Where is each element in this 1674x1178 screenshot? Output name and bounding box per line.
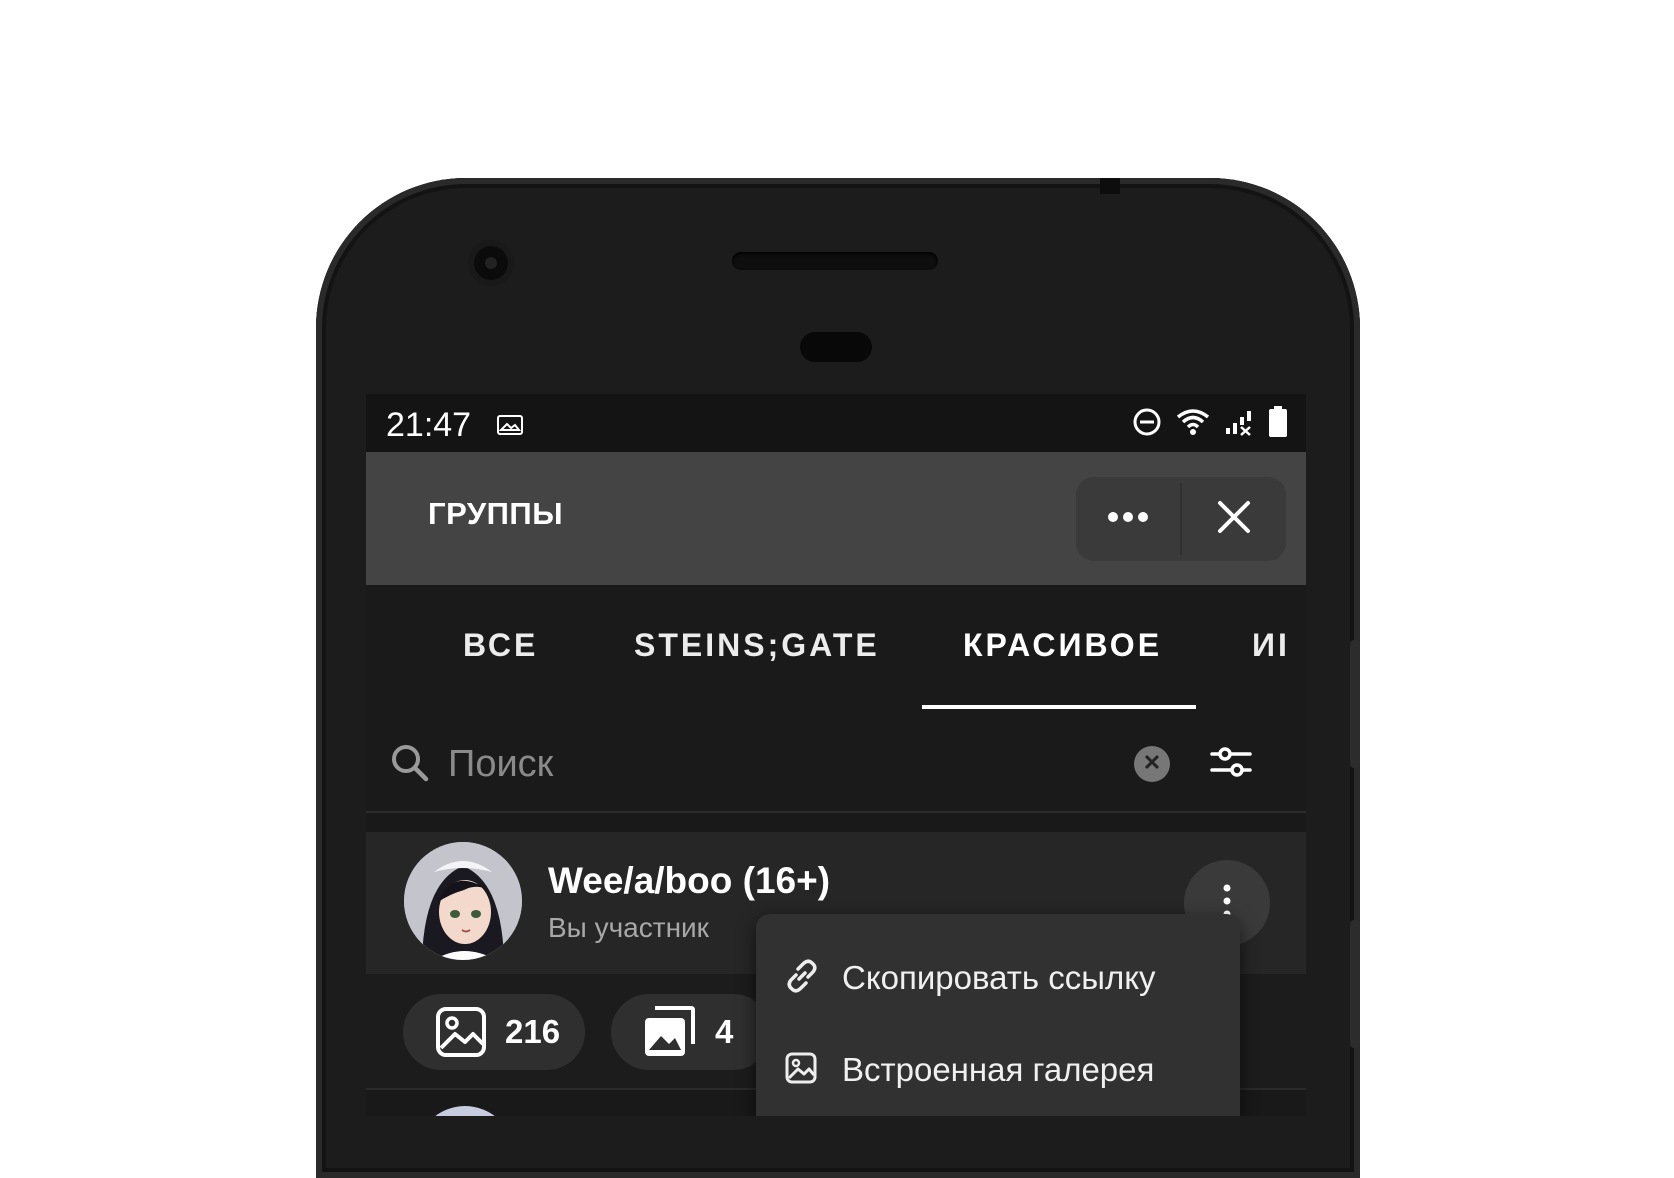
image-icon: [435, 1006, 487, 1058]
tab-krasivoe[interactable]: КРАСИВОЕ: [963, 627, 1162, 664]
do-not-disturb-icon: [1132, 407, 1162, 442]
menu-item-label: Встроенная галерея: [842, 1051, 1155, 1088]
front-camera: [474, 246, 508, 280]
clear-icon: [1144, 754, 1160, 775]
more-horizontal-icon: [1107, 510, 1149, 528]
tab-steins-gate[interactable]: STEINS;GATE: [634, 627, 880, 664]
menu-item-label: Скопировать ссылку: [842, 959, 1156, 996]
more-options-button[interactable]: [1076, 477, 1180, 561]
albums-count: 4: [715, 1013, 734, 1050]
clear-search-button[interactable]: [1134, 746, 1170, 782]
albums-icon: [641, 1004, 697, 1060]
app-bar-actions: [1076, 477, 1286, 561]
close-button[interactable]: [1182, 477, 1286, 561]
search-icon: [390, 743, 430, 788]
images-count-chip[interactable]: 216: [403, 994, 585, 1070]
menu-item-copy-link[interactable]: Скопировать ссылку: [756, 930, 1240, 1026]
phone-antenna-line: [1100, 178, 1120, 194]
battery-icon: [1268, 406, 1288, 443]
group-membership-status: Вы участник: [548, 912, 709, 943]
tab-partial[interactable]: ИІ: [1252, 627, 1306, 664]
power-button: [1350, 920, 1360, 1048]
image-notification-icon: [496, 414, 524, 441]
search-input[interactable]: [446, 735, 1090, 793]
images-count: 216: [505, 1013, 561, 1050]
screen: 21:47 ГРУППЫ ВСЕ STEINS;GATE КРАСИВОЕ ИІ…: [366, 394, 1306, 1116]
close-icon: [1217, 500, 1251, 539]
app-bar: ГРУППЫ: [366, 452, 1306, 585]
status-bar: 21:47: [366, 394, 1306, 452]
filter-button[interactable]: [1208, 739, 1254, 790]
tab-bar: ВСЕ STEINS;GATE КРАСИВОЕ ИІ: [366, 585, 1306, 715]
search-bar: [366, 715, 1306, 813]
volume-button: [1350, 640, 1360, 768]
next-group-avatar[interactable]: [416, 1106, 514, 1116]
menu-item-built-in-gallery[interactable]: Встроенная галерея: [756, 1022, 1240, 1116]
status-icons: [1132, 406, 1288, 443]
group-avatar: [404, 842, 522, 960]
gallery-icon: [784, 1051, 818, 1090]
page-title: ГРУППЫ: [428, 496, 564, 531]
albums-count-chip[interactable]: 4: [611, 994, 771, 1070]
tab-selected-indicator: [922, 705, 1196, 709]
earpiece-speaker: [732, 252, 938, 270]
proximity-sensor: [800, 332, 872, 362]
status-time: 21:47: [386, 406, 472, 444]
tab-all[interactable]: ВСЕ: [463, 627, 538, 664]
context-menu: Скопировать ссылку Встроенная галерея: [756, 914, 1240, 1116]
link-icon: [784, 958, 820, 999]
signal-icon: [1224, 408, 1254, 441]
filter-icon: [1210, 747, 1252, 777]
wifi-icon: [1176, 408, 1210, 441]
group-name: Wee/a/boo (16+): [548, 860, 831, 901]
